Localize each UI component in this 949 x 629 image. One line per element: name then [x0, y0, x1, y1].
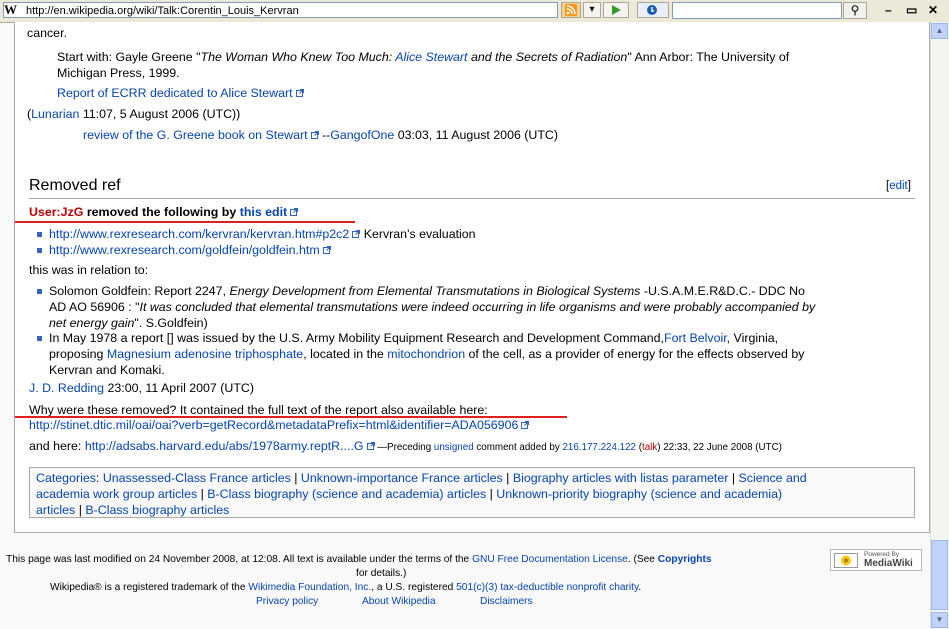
nonprofit-link[interactable]: nonprofit [567, 582, 607, 593]
rexresearch-kervran-link[interactable]: http://www.rexresearch.com/kervran/kervr… [49, 227, 349, 241]
heading-divider [29, 198, 915, 199]
scroll-up-arrow-icon[interactable]: ▲ [931, 23, 948, 39]
review-book-link[interactable]: review of the G. Greene book on Stewart [83, 128, 308, 142]
ip-talk-link[interactable]: talk [642, 442, 657, 453]
signature-lunarian: (Lunarian 11:07, 5 August 2006 (UTC)) [27, 107, 241, 121]
categories-link[interactable]: Categories [36, 471, 96, 485]
address-url: http://en.wikipedia.org/wiki/Talk:Corent… [26, 5, 299, 17]
list-bullet [37, 232, 42, 237]
mitochondrion-link[interactable]: mitochondrion [387, 347, 465, 361]
removed-by-line: User:JzG removed the following by this e… [29, 204, 299, 220]
external-link-icon [290, 208, 299, 216]
disclaimers-link[interactable]: Disclaimers [480, 595, 533, 608]
and-here-line: and here: http://adsabs.harvard.edu/abs/… [29, 439, 782, 453]
user-gangofone-link[interactable]: GangofOne [330, 128, 394, 142]
category-link[interactable]: Science and [738, 471, 806, 485]
category-line-2: academia work group articles | B-Class b… [36, 487, 783, 501]
vertical-scrollbar[interactable] [930, 22, 949, 629]
search-icon[interactable]: ⚲ [843, 2, 867, 19]
category-line-3: articles | B-Class biography articles [36, 503, 230, 517]
category-link[interactable]: Unknown-importance France articles [301, 471, 503, 485]
dropdown-arrow-icon[interactable]: ▾ [583, 2, 601, 18]
user-lunarian-link[interactable]: Lunarian [31, 107, 79, 121]
go-button[interactable] [603, 2, 629, 18]
category-link[interactable]: academia work group articles [36, 487, 197, 501]
this-edit-link[interactable]: this edit [240, 205, 288, 219]
fort-belvoir-link[interactable]: Fort Belvoir [664, 331, 727, 345]
ecrr-report-link[interactable]: Report of ECRR dedicated to Alice Stewar… [57, 86, 293, 100]
start-with-line: Start with: Gayle Greene "The Woman Who … [57, 50, 790, 64]
category-link[interactable]: B-Class biography (science and academia)… [207, 487, 486, 501]
tax-deductible-link[interactable]: tax-deductible [500, 582, 563, 593]
wikipedia-favicon-icon: W [4, 2, 17, 17]
external-link-icon [521, 421, 530, 429]
category-link[interactable]: articles [36, 503, 75, 517]
adsabs-link[interactable]: http://adsabs.harvard.edu/abs/1978army.r… [85, 439, 364, 453]
rexresearch-goldfein-link[interactable]: http://www.rexresearch.com/goldfein/gold… [49, 243, 320, 257]
external-link-icon [366, 442, 375, 450]
list-item: http://www.rexresearch.com/goldfein/gold… [49, 242, 331, 258]
category-link[interactable]: B-Class biography articles [85, 503, 229, 517]
relation-text: this was in relation to: [29, 263, 149, 277]
footer-details: for details.) [356, 568, 407, 579]
report-1978-line-1: In May 1978 a report [] was issued by th… [49, 331, 779, 345]
section-heading-removed-ref: Removed ref [29, 177, 121, 194]
gfdl-link[interactable]: GNU Free Documentation License [472, 554, 628, 565]
category-link[interactable]: Biography articles with listas parameter [513, 471, 729, 485]
501c3-link[interactable]: 501(c)(3) [456, 582, 497, 593]
goldfein-line-1: Solomon Goldfein: Report 2247, Energy De… [49, 284, 805, 298]
footer-trademark-line: Wikipedia® is a registered trademark of … [50, 582, 642, 593]
report-1978-line-3: Kervran and Komaki. [49, 363, 165, 377]
goldfein-line-3: net energy gain". S.Goldfein) [49, 316, 208, 330]
list-bullet [37, 336, 42, 341]
ip-contributions-link[interactable]: 216.177.224.122 [562, 442, 636, 453]
category-links-box: Categories: Unassessed-Class France arti… [29, 467, 915, 518]
wikimedia-foundation-link[interactable]: Wikimedia Foundation, Inc. [248, 582, 371, 593]
external-link-icon [295, 89, 304, 97]
refresh-menu-icon[interactable] [637, 2, 669, 18]
privacy-policy-link[interactable]: Privacy policy [256, 595, 318, 608]
user-jd-redding-link[interactable]: J. D. Redding [29, 381, 104, 395]
edit-section-link[interactable]: edit [889, 180, 908, 192]
category-link[interactable]: Unassessed-Class France articles [103, 471, 291, 485]
copyrights-link[interactable]: Copyrights [658, 554, 712, 565]
about-wikipedia-link[interactable]: About Wikipedia [362, 595, 436, 608]
rss-feed-icon[interactable] [561, 2, 581, 18]
goldfein-line-2: AD AO 56906 : "It was concluded that ele… [49, 300, 816, 314]
publisher-line: Michigan Press, 1999. [57, 66, 180, 80]
address-bar-input[interactable]: http://en.wikipedia.org/wiki/Talk:Corent… [3, 2, 558, 18]
review-line: review of the G. Greene book on Stewart … [83, 128, 559, 142]
text-cancer: cancer. [27, 26, 67, 40]
list-bullet [37, 248, 42, 253]
scroll-down-arrow-icon[interactable]: ▼ [931, 612, 948, 628]
unsigned-link[interactable]: unsigned [434, 442, 474, 453]
browser-toolbar: http://en.wikipedia.org/wiki/Talk:Corent… [0, 0, 949, 23]
mediawiki-flower-icon [834, 553, 858, 568]
powered-by-mediawiki-badge[interactable]: Powered By MediaWiki [830, 549, 922, 571]
close-icon[interactable]: ✕ [928, 3, 938, 17]
restore-icon[interactable]: ▭ [906, 3, 917, 17]
list-item: http://www.rexresearch.com/kervran/kervr… [49, 227, 476, 241]
scrollbar-thumb[interactable] [931, 540, 948, 610]
minimize-icon[interactable]: – [885, 3, 892, 17]
section-edit: [edit] [886, 180, 911, 192]
magnesium-atp-link[interactable]: Magnesium adenosine triphosphate [107, 347, 303, 361]
search-input[interactable] [672, 2, 842, 19]
alice-stewart-link[interactable]: Alice Stewart [395, 50, 467, 64]
list-bullet [37, 289, 42, 294]
category-link[interactable]: Unknown-priority biography (science and … [496, 487, 782, 501]
talk-page-content: cancer. Start with: Gayle Greene "The Wo… [14, 22, 930, 533]
category-line-1: Categories: Unassessed-Class France arti… [36, 471, 807, 485]
ecrr-line: Report of ECRR dedicated to Alice Stewar… [57, 85, 304, 101]
external-link-icon [310, 131, 319, 139]
user-jzg-link[interactable]: User:JzG [29, 205, 83, 219]
footer-modified-line: This page was last modified on 24 Novemb… [6, 554, 712, 565]
red-annotation-underline [15, 221, 355, 223]
report-1978-line-2: proposing Magnesium adenosine triphospha… [49, 347, 805, 361]
external-link-icon [322, 246, 331, 254]
stinet-dtic-link[interactable]: http://stinet.dtic.mil/oai/oai?verb=getR… [29, 418, 518, 432]
stinet-line: http://stinet.dtic.mil/oai/oai?verb=getR… [29, 417, 530, 433]
signature-redding: J. D. Redding 23:00, 11 April 2007 (UTC) [29, 381, 254, 395]
charity-link[interactable]: charity [609, 582, 638, 593]
